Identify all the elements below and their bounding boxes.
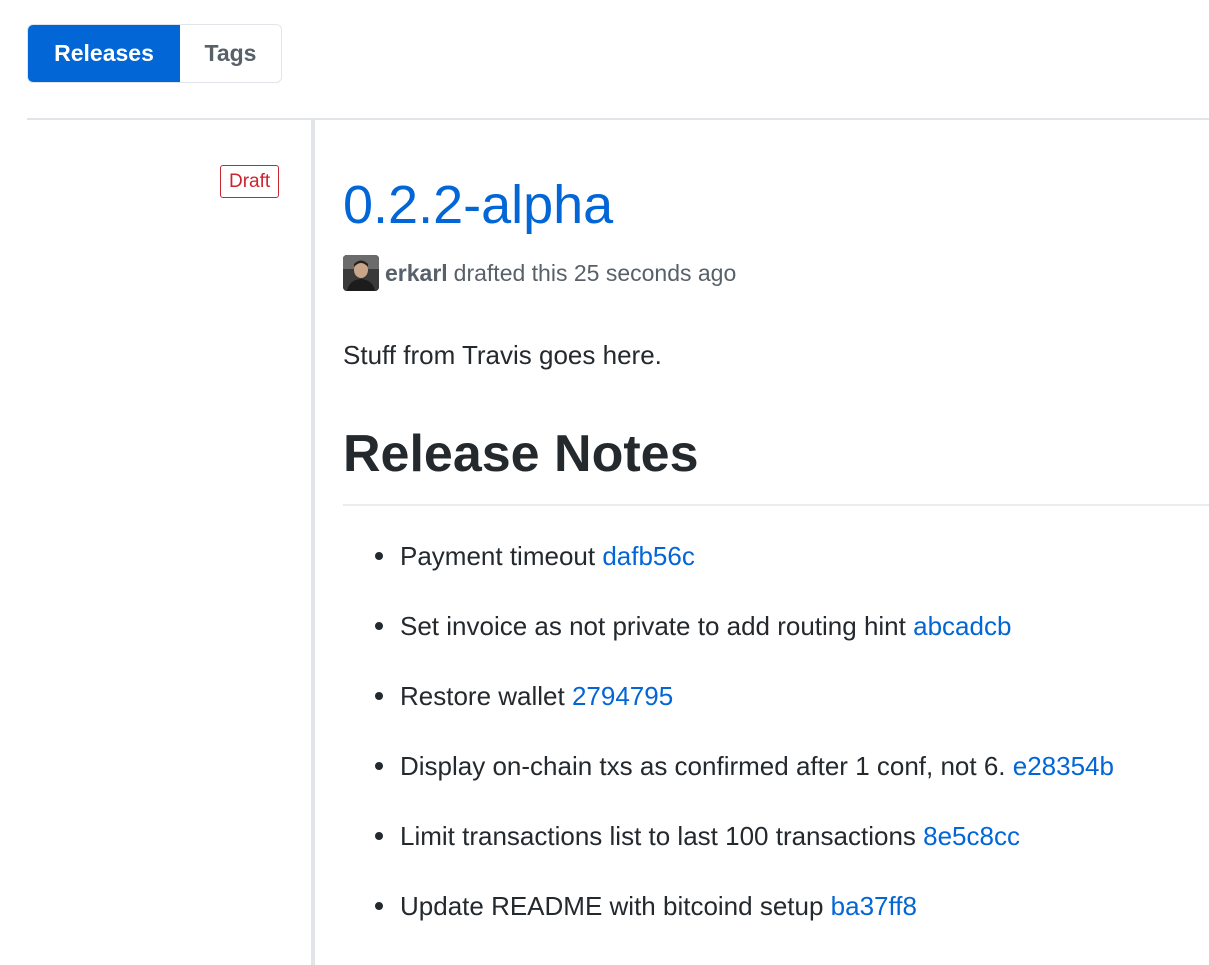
tab-tags[interactable]: Tags [180,25,281,82]
bullet-icon [375,692,383,700]
note-text: Payment timeout [400,541,596,571]
tab-releases[interactable]: Releases [28,25,180,82]
timeline-line [311,120,315,965]
commit-link[interactable]: dafb56c [602,541,695,571]
avatar-image [343,255,379,291]
commit-link[interactable]: ba37ff8 [831,891,917,921]
release-notes-heading: Release Notes [343,425,699,483]
release-title[interactable]: 0.2.2-alpha [343,172,613,238]
commit-link[interactable]: e28354b [1013,751,1114,781]
note-text: Update README with bitcoind setup [400,891,824,921]
note-text: Set invoice as not private to add routin… [400,611,906,641]
commit-link[interactable]: abcadcb [913,611,1011,641]
bullet-icon [375,832,383,840]
draft-badge: Draft [220,165,280,198]
note-text: Limit transactions list to last 100 tran… [400,821,916,851]
release-meta: erkarl drafted this 25 seconds ago [343,255,736,291]
list-item: Restore wallet 2794795 [343,676,1114,746]
author-link[interactable]: erkarl [385,260,448,287]
bullet-icon [375,762,383,770]
list-item: Display on-chain txs as confirmed after … [343,746,1114,816]
list-item: Update README with bitcoind setup ba37ff… [343,886,1114,956]
release-meta-text: drafted this 25 seconds ago [453,259,737,286]
bullet-icon [375,552,383,560]
list-item: Set invoice as not private to add routin… [343,606,1114,676]
note-text: Restore wallet [400,681,565,711]
commit-link[interactable]: 2794795 [572,681,673,711]
list-item: Limit transactions list to last 100 tran… [343,816,1114,886]
release-body: Stuff from Travis goes here. [343,340,662,370]
release-tabs: Releases Tags [27,24,282,83]
release-notes-list: Payment timeout dafb56c Set invoice as n… [343,536,1114,956]
bullet-icon [375,622,383,630]
bullet-icon [375,902,383,910]
notes-heading-divider [343,504,1209,506]
list-item: Payment timeout dafb56c [343,536,1114,606]
header-divider [27,118,1209,120]
avatar[interactable] [343,255,379,291]
commit-link[interactable]: 8e5c8cc [923,821,1020,851]
note-text: Display on-chain txs as confirmed after … [400,751,1006,781]
